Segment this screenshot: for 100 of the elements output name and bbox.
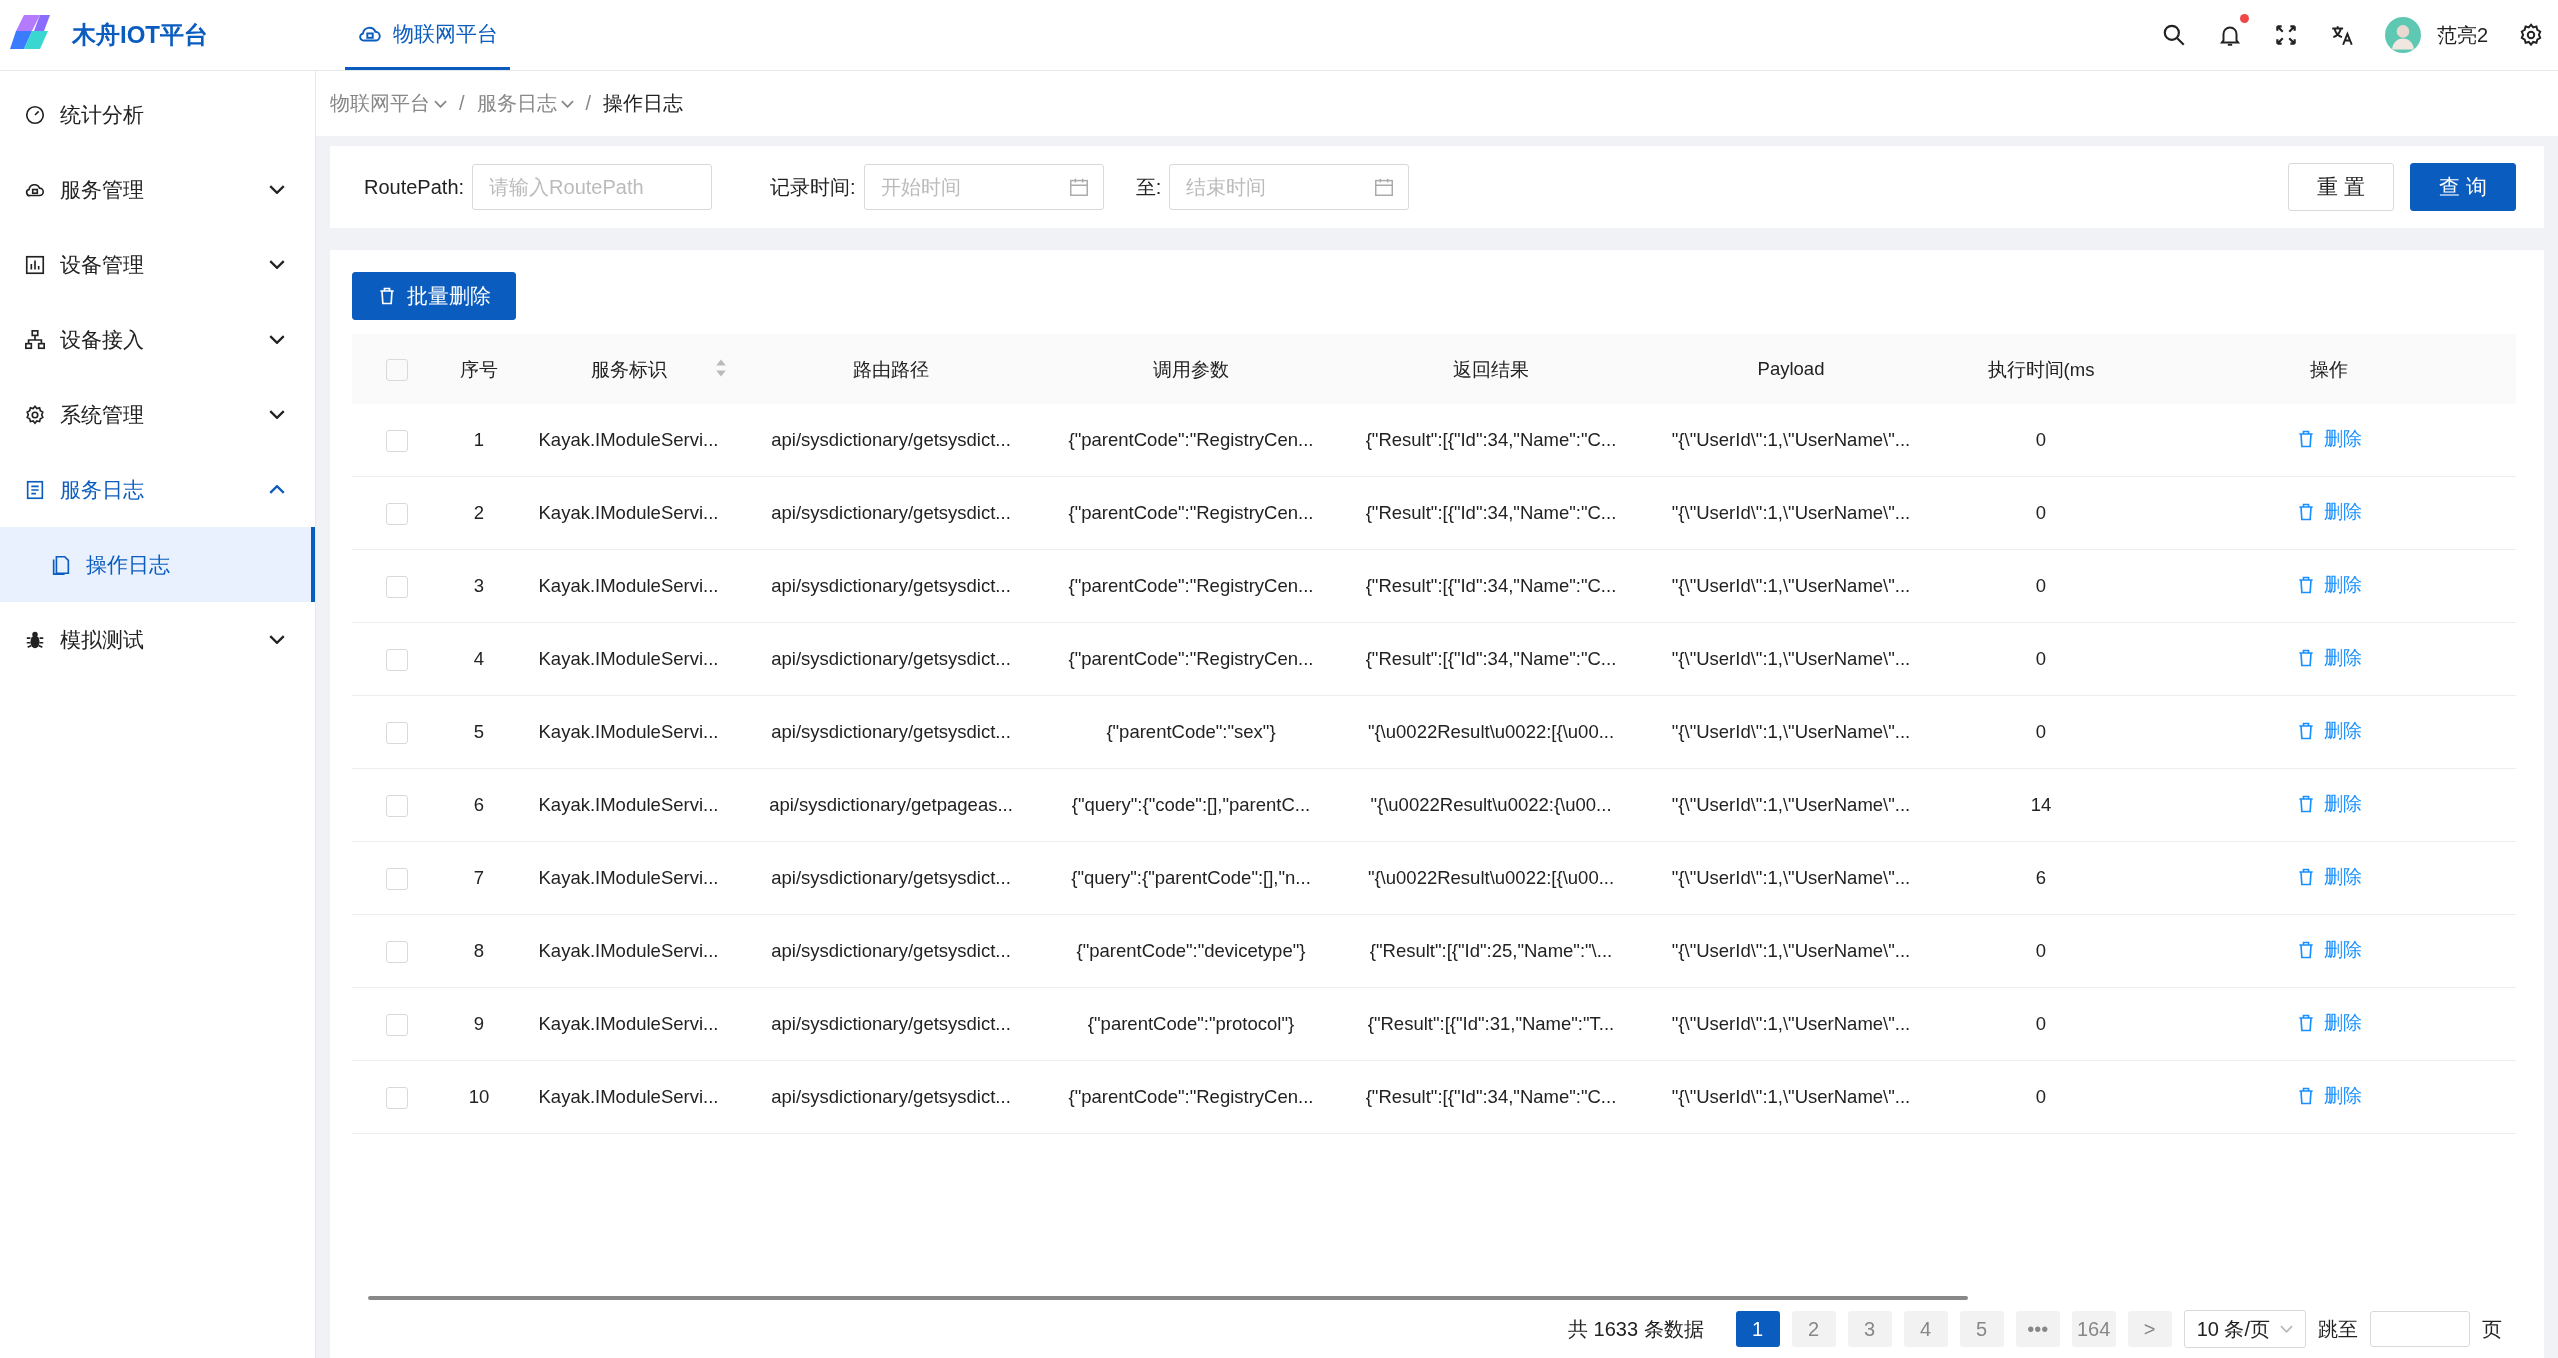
table-cell: Kayak.IModuleServi...	[516, 549, 741, 623]
column-header: 操作	[2141, 334, 2516, 404]
breadcrumb-item[interactable]: 服务日志	[476, 90, 574, 117]
row-checkbox[interactable]	[386, 575, 408, 598]
row-checkbox[interactable]	[386, 502, 408, 525]
table-cell: api/sysdictionary/getsysdict...	[741, 622, 1041, 696]
delete-link[interactable]: 删除	[2295, 1083, 2362, 1109]
column-header: 返回结果	[1341, 334, 1641, 404]
table-cell: 8	[442, 914, 516, 988]
sidebar-item[interactable]: 统计分析	[0, 77, 315, 152]
table-cell: Kayak.IModuleServi...	[516, 1060, 741, 1134]
table-cell: Kayak.IModuleServi...	[516, 987, 741, 1061]
table-cell: "{\"UserId\":1,\"UserName\"...	[1641, 841, 1941, 915]
table-cell: Kayak.IModuleServi...	[516, 768, 741, 842]
calendar-icon	[1373, 176, 1396, 198]
query-button[interactable]: 查 询	[2410, 163, 2516, 211]
reset-button[interactable]: 重 置	[2288, 163, 2395, 211]
delete-link[interactable]: 删除	[2295, 1010, 2362, 1036]
end-time-field[interactable]: 结束时间	[1169, 164, 1410, 210]
calendar-icon	[1067, 176, 1090, 198]
table-cell: Kayak.IModuleServi...	[516, 476, 741, 550]
page-button[interactable]: 164	[2071, 1311, 2116, 1347]
routepath-field[interactable]: 请输入RoutePath	[472, 164, 713, 210]
table-cell: {"Result":[{"Id":34,"Name":"C...	[1341, 549, 1641, 623]
page-button[interactable]: 3	[1847, 1311, 1892, 1347]
field-label: RoutePath:	[364, 175, 465, 199]
table-cell: api/sysdictionary/getsysdict...	[741, 695, 1041, 769]
table-cell: {"parentCode":"RegistryCen...	[1041, 1060, 1341, 1134]
row-checkbox[interactable]	[386, 648, 408, 671]
row-checkbox[interactable]	[386, 1013, 408, 1036]
table-cell: {"Result":[{"Id":34,"Name":"C...	[1341, 622, 1641, 696]
delete-link[interactable]: 删除	[2295, 572, 2362, 598]
table-cell: Kayak.IModuleServi...	[516, 841, 741, 915]
column-header: 执行时间(ms	[1941, 334, 2141, 404]
trash-icon	[377, 286, 397, 306]
sidebar-subitem[interactable]: 操作日志	[0, 527, 315, 602]
page-button[interactable]: 4	[1903, 1311, 1948, 1347]
page-button[interactable]: 1	[1735, 1311, 1780, 1347]
batch-delete-button[interactable]: 批量删除	[352, 272, 516, 320]
delete-link[interactable]: 删除	[2295, 645, 2362, 671]
scrollbar-thumb[interactable]	[368, 1296, 1968, 1300]
chart-icon	[24, 253, 46, 276]
network-icon	[24, 328, 46, 351]
next-page-button[interactable]: >	[2127, 1311, 2172, 1347]
select-all-checkbox[interactable]	[386, 358, 408, 381]
delete-link[interactable]: 删除	[2295, 718, 2362, 744]
delete-link[interactable]: 删除	[2295, 791, 2362, 817]
table-cell: {"parentCode":"devicetype"}	[1041, 914, 1341, 988]
sidebar-item[interactable]: 模拟测试	[0, 602, 315, 677]
table-cell: api/sysdictionary/getsysdict...	[741, 476, 1041, 550]
row-checkbox[interactable]	[386, 940, 408, 963]
row-checkbox[interactable]	[386, 721, 408, 744]
table-cell: 5	[442, 695, 516, 769]
page-size-select[interactable]: 10 条/页	[2183, 1310, 2306, 1348]
row-checkbox[interactable]	[386, 1086, 408, 1109]
sort-icon[interactable]	[715, 358, 727, 378]
avatar-icon[interactable]	[2384, 17, 2421, 53]
breadcrumb-separator: /	[459, 92, 465, 115]
table-cell: {"parentCode":"RegistryCen...	[1041, 622, 1341, 696]
settings-icon[interactable]	[2518, 22, 2544, 48]
table-cell: "{\"UserId\":1,\"UserName\"...	[1641, 768, 1941, 842]
table-cell: {"Result":[{"Id":34,"Name":"C...	[1341, 476, 1641, 550]
table-cell: Kayak.IModuleServi...	[516, 914, 741, 988]
delete-link[interactable]: 删除	[2295, 426, 2362, 452]
table-cell: 9	[442, 987, 516, 1061]
table-cell: api/sysdictionary/getsysdict...	[741, 404, 1041, 477]
start-time-field[interactable]: 开始时间	[863, 164, 1104, 210]
page-button[interactable]: 2	[1791, 1311, 1836, 1347]
column-header: 路由路径	[741, 334, 1041, 404]
delete-link[interactable]: 删除	[2295, 499, 2362, 525]
jump-label: 跳至	[2318, 1316, 2358, 1342]
table-cell: "{\"UserId\":1,\"UserName\"...	[1641, 914, 1941, 988]
page-unit: 页	[2482, 1316, 2502, 1342]
page-button[interactable]: •••	[2015, 1311, 2060, 1347]
total-count: 共 1633 条数据	[1568, 1316, 1704, 1342]
breadcrumb-item[interactable]: 物联网平台	[330, 90, 447, 117]
gear-icon	[24, 403, 46, 426]
sidebar-item[interactable]: 设备接入	[0, 302, 315, 377]
row-checkbox[interactable]	[386, 794, 408, 817]
table-cell: api/sysdictionary/getsysdict...	[741, 549, 1041, 623]
row-checkbox[interactable]	[386, 429, 408, 452]
sidebar-item[interactable]: 服务日志	[0, 452, 315, 527]
table-cell: 4	[442, 622, 516, 696]
column-header: 服务标识	[516, 334, 741, 404]
table-cell: api/sysdictionary/getpageas...	[741, 768, 1041, 842]
delete-link[interactable]: 删除	[2295, 937, 2362, 963]
table-cell: "{\"UserId\":1,\"UserName\"...	[1641, 622, 1941, 696]
column-header: Payload	[1641, 334, 1941, 404]
delete-link[interactable]: 删除	[2295, 864, 2362, 890]
platform-tab[interactable]: 物联网平台	[345, 0, 510, 70]
sidebar-item[interactable]: 设备管理	[0, 227, 315, 302]
page-button[interactable]: 5	[1959, 1311, 2004, 1347]
user-name[interactable]: 范亮2	[2436, 21, 2488, 49]
sidebar-item[interactable]: 系统管理	[0, 377, 315, 452]
sidebar-item[interactable]: 服务管理	[0, 152, 315, 227]
table-cell: api/sysdictionary/getsysdict...	[741, 987, 1041, 1061]
table-cell: {"parentCode":"RegistryCen...	[1041, 476, 1341, 550]
table-cell: {"parentCode":"RegistryCen...	[1041, 549, 1341, 623]
row-checkbox[interactable]	[386, 867, 408, 890]
jump-field[interactable]	[2370, 1311, 2470, 1347]
